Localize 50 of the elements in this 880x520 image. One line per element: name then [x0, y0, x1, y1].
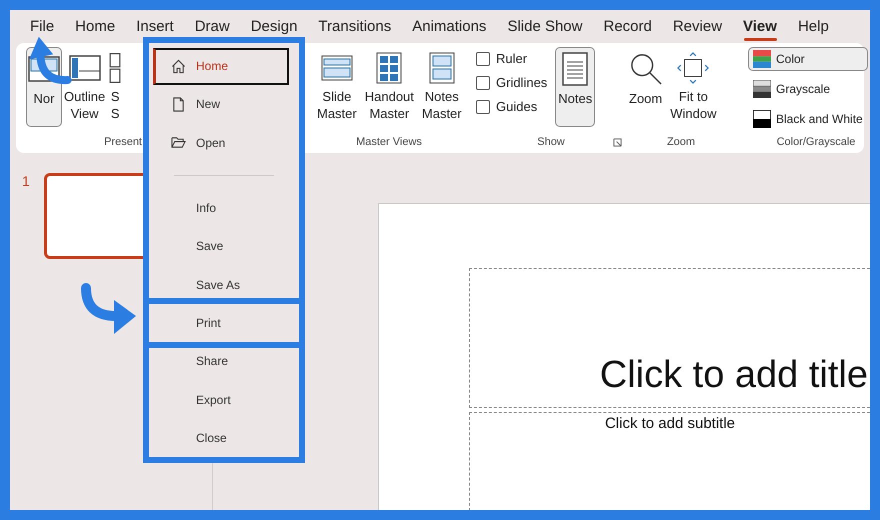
house-icon	[171, 58, 186, 74]
ribbon-tab[interactable]: View	[733, 10, 788, 43]
checkbox[interactable]: Ruler	[476, 51, 548, 66]
color-mode-button[interactable]: Black and White	[748, 107, 868, 131]
subtitle-placeholder[interactable]: Click to add subtitle	[469, 412, 870, 510]
menu-item[interactable]: Share	[153, 342, 289, 380]
menu-item[interactable]: Home	[153, 48, 289, 85]
menu-item[interactable]: Save As	[153, 266, 289, 304]
title-placeholder[interactable]: Click to add title	[469, 268, 870, 408]
ribbon-tab[interactable]: File	[20, 10, 66, 43]
ribbon-button[interactable]: S S	[107, 47, 124, 127]
group-label: Color/Grayscale	[776, 136, 856, 148]
dialog-launcher-icon[interactable]	[613, 138, 622, 147]
ribbon-tab[interactable]: Transitions	[308, 10, 402, 43]
ribbon-button[interactable]: Outline View	[62, 47, 108, 127]
ribbon-tab[interactable]: Help	[788, 10, 840, 43]
ribbon-button[interactable]: Notes Master	[418, 47, 465, 127]
ribbon-tab[interactable]: Slide Show	[497, 10, 594, 43]
menu-item[interactable]: Close	[153, 419, 289, 456]
slide-number: 1	[22, 173, 30, 191]
folder-icon	[171, 135, 186, 150]
checkbox[interactable]: Guides	[476, 99, 548, 114]
menu-item[interactable]: Save	[153, 228, 289, 265]
ribbon-tab[interactable]: Animations	[402, 10, 498, 43]
group-label: Present	[104, 136, 142, 148]
ribbon-tab[interactable]: Home	[65, 10, 126, 43]
group-label: Master Views	[356, 136, 422, 148]
menu-item[interactable]: Print	[153, 304, 289, 342]
ribbon-button[interactable]: Zoom	[626, 47, 666, 127]
group-label: Show	[537, 136, 565, 148]
grayscale-swatch-icon	[753, 80, 771, 98]
ribbon-tab[interactable]: Review	[662, 10, 734, 43]
menu-item[interactable]: New	[153, 86, 289, 123]
menu-item[interactable]: Export	[153, 381, 289, 418]
split-swatch-icon	[753, 110, 771, 128]
menu-item[interactable]: Info	[153, 190, 289, 227]
ribbon-button[interactable]: Slide Master	[314, 47, 360, 127]
ribbon-button[interactable]: Fit to Window	[667, 47, 720, 127]
ribbon-button[interactable]: Notes	[555, 47, 596, 127]
group-label: Zoom	[666, 136, 696, 148]
ribbon-button[interactable]: Handout Master	[362, 47, 417, 127]
magnifier-icon	[630, 52, 662, 86]
fit-window-icon	[677, 52, 710, 84]
document-icon	[171, 96, 186, 112]
ribbon-tab[interactable]: Record	[593, 10, 663, 43]
color-mode-button[interactable]: Grayscale	[748, 77, 868, 101]
color-swatch-icon	[753, 50, 771, 68]
checkbox[interactable]: Gridlines	[476, 75, 548, 90]
menu-item[interactable]: Open	[153, 124, 289, 162]
color-mode-button[interactable]: Color	[748, 47, 868, 71]
